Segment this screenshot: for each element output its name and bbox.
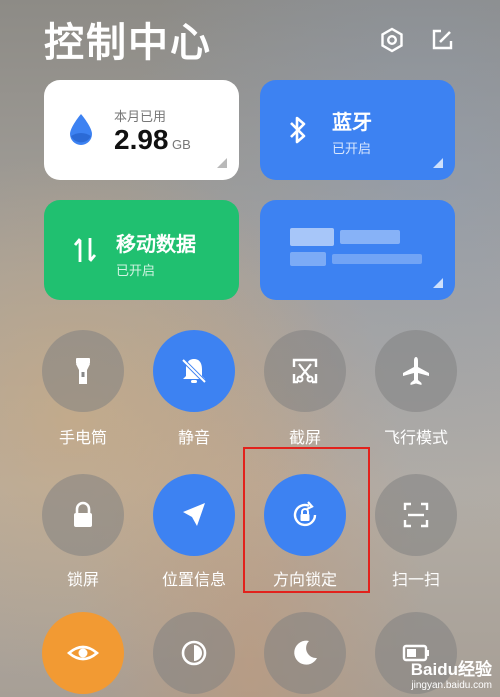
mobile-data-status: 已开启 <box>116 263 156 278</box>
lock-icon <box>74 501 92 527</box>
mobile-data-arrows-icon <box>72 234 98 266</box>
mobile-data-tile[interactable]: 移动数据 已开启 <box>44 200 239 300</box>
airplane-icon <box>403 357 429 385</box>
data-usage-value: 2.98 <box>114 124 169 155</box>
dark-mode-button[interactable] <box>153 612 235 694</box>
wifi-tile[interactable] <box>260 200 455 300</box>
lock-screen-button[interactable] <box>42 474 124 556</box>
location-label: 位置信息 <box>161 572 226 589</box>
data-usage-tile[interactable]: 本月已用 2.98 GB <box>44 80 239 180</box>
blurred-region <box>340 230 400 244</box>
bluetooth-label: 蓝牙 <box>332 112 372 134</box>
eye-comfort-button[interactable] <box>42 612 124 694</box>
bluetooth-icon <box>286 114 310 146</box>
settings-icon[interactable] <box>378 26 406 54</box>
blurred-region <box>290 228 334 246</box>
mute-button[interactable] <box>153 330 235 412</box>
water-drop-icon <box>66 112 96 148</box>
page-title: 控制中心 <box>44 21 212 65</box>
bluetooth-status: 已开启 <box>332 141 372 156</box>
bell-mute-icon <box>181 358 207 384</box>
lock-screen-label: 锁屏 <box>66 572 99 589</box>
edit-icon[interactable] <box>428 26 456 54</box>
blurred-region <box>332 254 422 264</box>
screenshot-button[interactable] <box>264 330 346 412</box>
blurred-region <box>290 252 326 266</box>
expand-corner-icon <box>217 158 227 168</box>
scan-button[interactable] <box>375 474 457 556</box>
airplane-mode-button[interactable] <box>375 330 457 412</box>
screenshot-icon <box>292 358 318 384</box>
airplane-mode-label: 飞行模式 <box>383 430 448 447</box>
watermark: Baidu经验 jingyan.baidu.com <box>411 655 492 691</box>
screenshot-label: 截屏 <box>288 430 321 447</box>
flashlight-button[interactable] <box>42 330 124 412</box>
flashlight-label: 手电筒 <box>58 430 107 447</box>
scan-label: 扫一扫 <box>391 572 440 589</box>
watermark-url: jingyan.baidu.com <box>411 680 492 691</box>
mute-label: 静音 <box>177 430 210 447</box>
watermark-text: Baidu经验 <box>410 660 492 679</box>
data-usage-unit: GB <box>172 137 191 152</box>
eye-icon <box>67 645 99 661</box>
expand-corner-icon <box>433 158 443 168</box>
flashlight-icon <box>76 358 90 384</box>
do-not-disturb-button[interactable] <box>264 612 346 694</box>
bluetooth-tile[interactable]: 蓝牙 已开启 <box>260 80 455 180</box>
contrast-icon <box>181 640 207 666</box>
data-usage-caption: 本月已用 <box>114 109 167 124</box>
highlight-box <box>243 447 370 593</box>
mobile-data-label: 移动数据 <box>116 234 196 256</box>
expand-corner-icon <box>433 278 443 288</box>
location-icon <box>183 503 205 526</box>
location-button[interactable] <box>153 474 235 556</box>
moon-icon <box>294 640 317 665</box>
scan-icon <box>403 502 429 528</box>
